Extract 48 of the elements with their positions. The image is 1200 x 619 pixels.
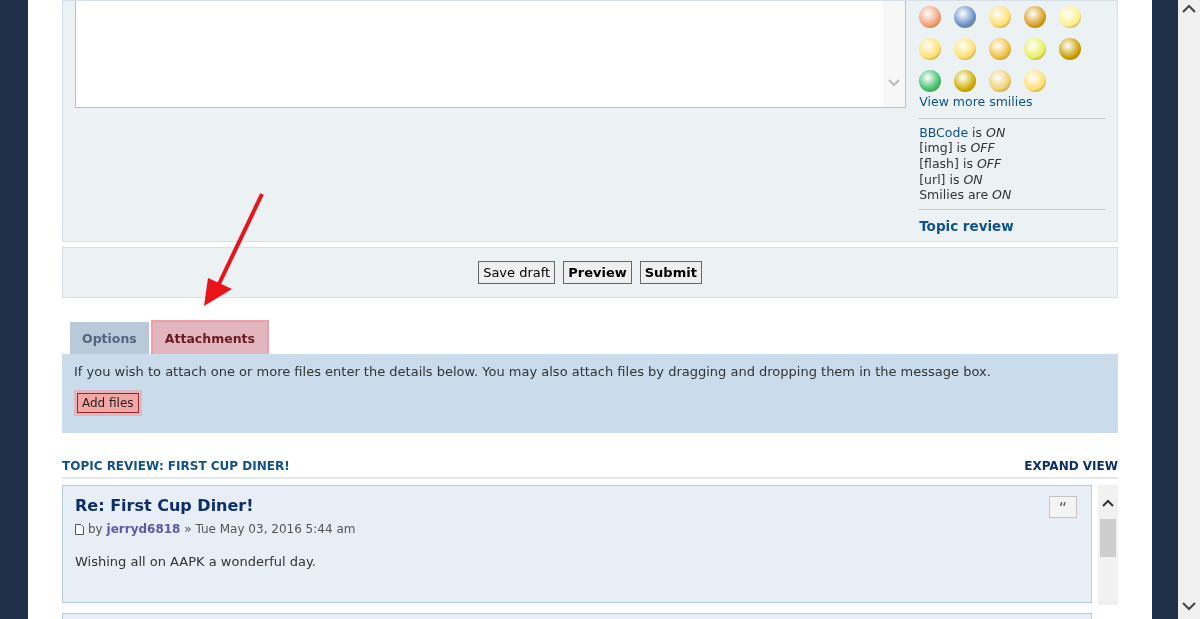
- smiley-icon[interactable]: [989, 6, 1012, 28]
- smiley-icon[interactable]: [919, 6, 942, 28]
- post-title-link[interactable]: Re: First Cup Diner!: [75, 493, 254, 518]
- view-more-smilies-link[interactable]: View more smilies: [919, 93, 1105, 112]
- post-date: » Tue May 03, 2016 5:44 am: [184, 521, 356, 536]
- status-name: [url]: [919, 171, 946, 187]
- smiley-icon[interactable]: [1024, 70, 1047, 92]
- smiley-icon[interactable]: [1059, 38, 1082, 60]
- status-value: is ON: [949, 171, 983, 187]
- help-text: If you wish to attach one or more files enter the details below. You may also attach files by dragging and dropping them in the message box.: [74, 362, 992, 381]
- status-name: [img]: [919, 140, 953, 156]
- author-link[interactable]: jerryd6818: [106, 521, 181, 536]
- smiley-icon[interactable]: [919, 38, 942, 60]
- quote-button[interactable]: “: [1049, 495, 1077, 518]
- bbcode-link[interactable]: BBCode: [919, 124, 969, 140]
- smiley-icon[interactable]: [1024, 6, 1047, 28]
- smiley-icon[interactable]: [989, 70, 1012, 92]
- message-textarea[interactable]: [75, 1, 907, 108]
- smiley-icon[interactable]: [1059, 6, 1082, 28]
- status-name: Smilies: [919, 187, 964, 203]
- page-scrollbar[interactable]: [1178, 0, 1200, 619]
- smiley-icon[interactable]: [954, 6, 977, 28]
- topic-review-heading: TOPIC REVIEW: FIRST CUP DINER!: [62, 457, 290, 475]
- smiley-icon[interactable]: [989, 38, 1012, 60]
- status-value: are ON: [967, 187, 1012, 203]
- status-value: is OFF: [962, 155, 1002, 171]
- status-value: is ON: [972, 124, 1006, 140]
- scroll-up-icon[interactable]: [1102, 498, 1114, 507]
- scroll-down-icon[interactable]: [1182, 601, 1196, 611]
- smiley-icon[interactable]: [954, 38, 977, 60]
- topic-review-link[interactable]: Topic review: [919, 217, 1014, 234]
- form-button[interactable]: Submit: [639, 260, 702, 285]
- post-icon: [75, 523, 84, 535]
- review-scrollbar[interactable]: [1098, 484, 1118, 605]
- expand-view-link[interactable]: EXPAND VIEW: [1024, 456, 1118, 475]
- smiley-icon[interactable]: [1024, 38, 1047, 60]
- smiley-icon[interactable]: [954, 70, 977, 92]
- smiley-icon[interactable]: [919, 70, 942, 92]
- tab[interactable]: Attachments: [150, 320, 269, 354]
- add-files-button[interactable]: Add files: [74, 390, 142, 417]
- tab[interactable]: Options: [70, 322, 149, 354]
- byline-text: by: [88, 521, 103, 536]
- scroll-up-icon[interactable]: [1182, 4, 1196, 14]
- status-name: [flash]: [919, 155, 959, 171]
- form-button[interactable]: Preview: [563, 260, 632, 285]
- status-value: is OFF: [956, 140, 995, 156]
- form-button[interactable]: Save draft: [478, 260, 556, 285]
- post-body: Wishing all on AAPK a wonderful day.: [75, 552, 317, 571]
